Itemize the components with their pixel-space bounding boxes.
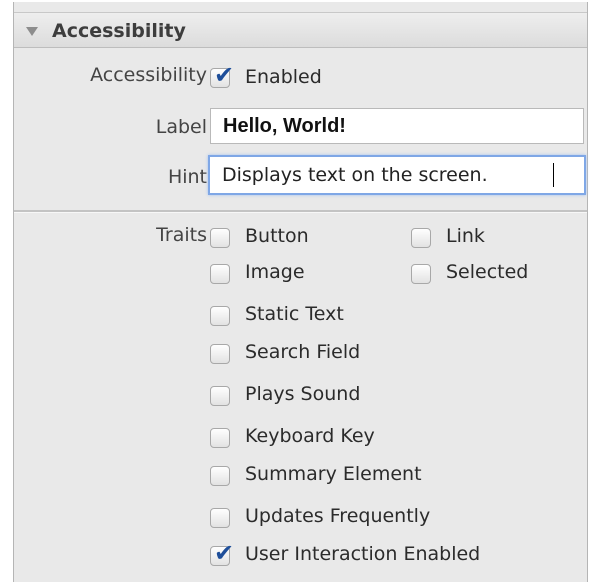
- hint-field[interactable]: Displays text on the screen.: [208, 155, 586, 195]
- trait-updates-frequently-label: Updates Frequently: [245, 505, 431, 527]
- triangle-down-icon[interactable]: [26, 27, 38, 36]
- trait-search-field-checkbox[interactable]: [210, 344, 230, 364]
- checkmark-icon: ✔: [214, 61, 235, 89]
- checkmark-icon: ✔: [214, 539, 235, 567]
- trait-static-text-checkbox[interactable]: [210, 306, 230, 326]
- section-header[interactable]: Accessibility: [14, 12, 587, 48]
- trait-link-label: Link: [446, 225, 485, 247]
- section-title: Accessibility: [52, 20, 186, 42]
- inspector-panel: Accessibility Accessibility ✔ Enabled La…: [13, 2, 588, 582]
- trait-image-checkbox[interactable]: [210, 264, 230, 284]
- trait-plays-sound-checkbox[interactable]: [210, 386, 230, 406]
- trait-search-field-label: Search Field: [245, 341, 361, 363]
- trait-keyboard-key-checkbox[interactable]: [210, 428, 230, 448]
- trait-summary-element-checkbox[interactable]: [210, 466, 230, 486]
- hint-field-label: Hint: [167, 166, 207, 188]
- trait-user-interaction-enabled-checkbox[interactable]: ✔: [210, 541, 234, 566]
- label-field-label: Label: [155, 116, 207, 138]
- trait-image-label: Image: [245, 261, 305, 283]
- label-field[interactable]: Hello, World!: [210, 108, 584, 144]
- trait-plays-sound-label: Plays Sound: [245, 383, 361, 405]
- hint-field-value: Displays text on the screen.: [222, 164, 488, 186]
- trait-updates-frequently-checkbox[interactable]: [210, 508, 230, 528]
- trait-static-text-label: Static Text: [245, 303, 344, 325]
- trait-link-checkbox[interactable]: [411, 228, 431, 248]
- accessibility-label: Accessibility: [90, 64, 207, 86]
- accessibility-enabled-label: Enabled: [245, 66, 322, 88]
- traits-label: Traits: [156, 224, 207, 246]
- trait-user-interaction-enabled-label: User Interaction Enabled: [245, 543, 481, 565]
- trait-button-label: Button: [245, 225, 309, 247]
- trait-summary-element-label: Summary Element: [245, 463, 422, 485]
- trait-selected-checkbox[interactable]: [411, 264, 431, 284]
- accessibility-enabled-checkbox[interactable]: ✔: [210, 63, 234, 88]
- trait-selected-label: Selected: [446, 261, 529, 283]
- trait-keyboard-key-label: Keyboard Key: [245, 425, 375, 447]
- label-field-value: Hello, World!: [223, 115, 346, 137]
- section-divider: [14, 210, 587, 213]
- text-caret: [553, 163, 554, 187]
- trait-button-checkbox[interactable]: [210, 228, 230, 248]
